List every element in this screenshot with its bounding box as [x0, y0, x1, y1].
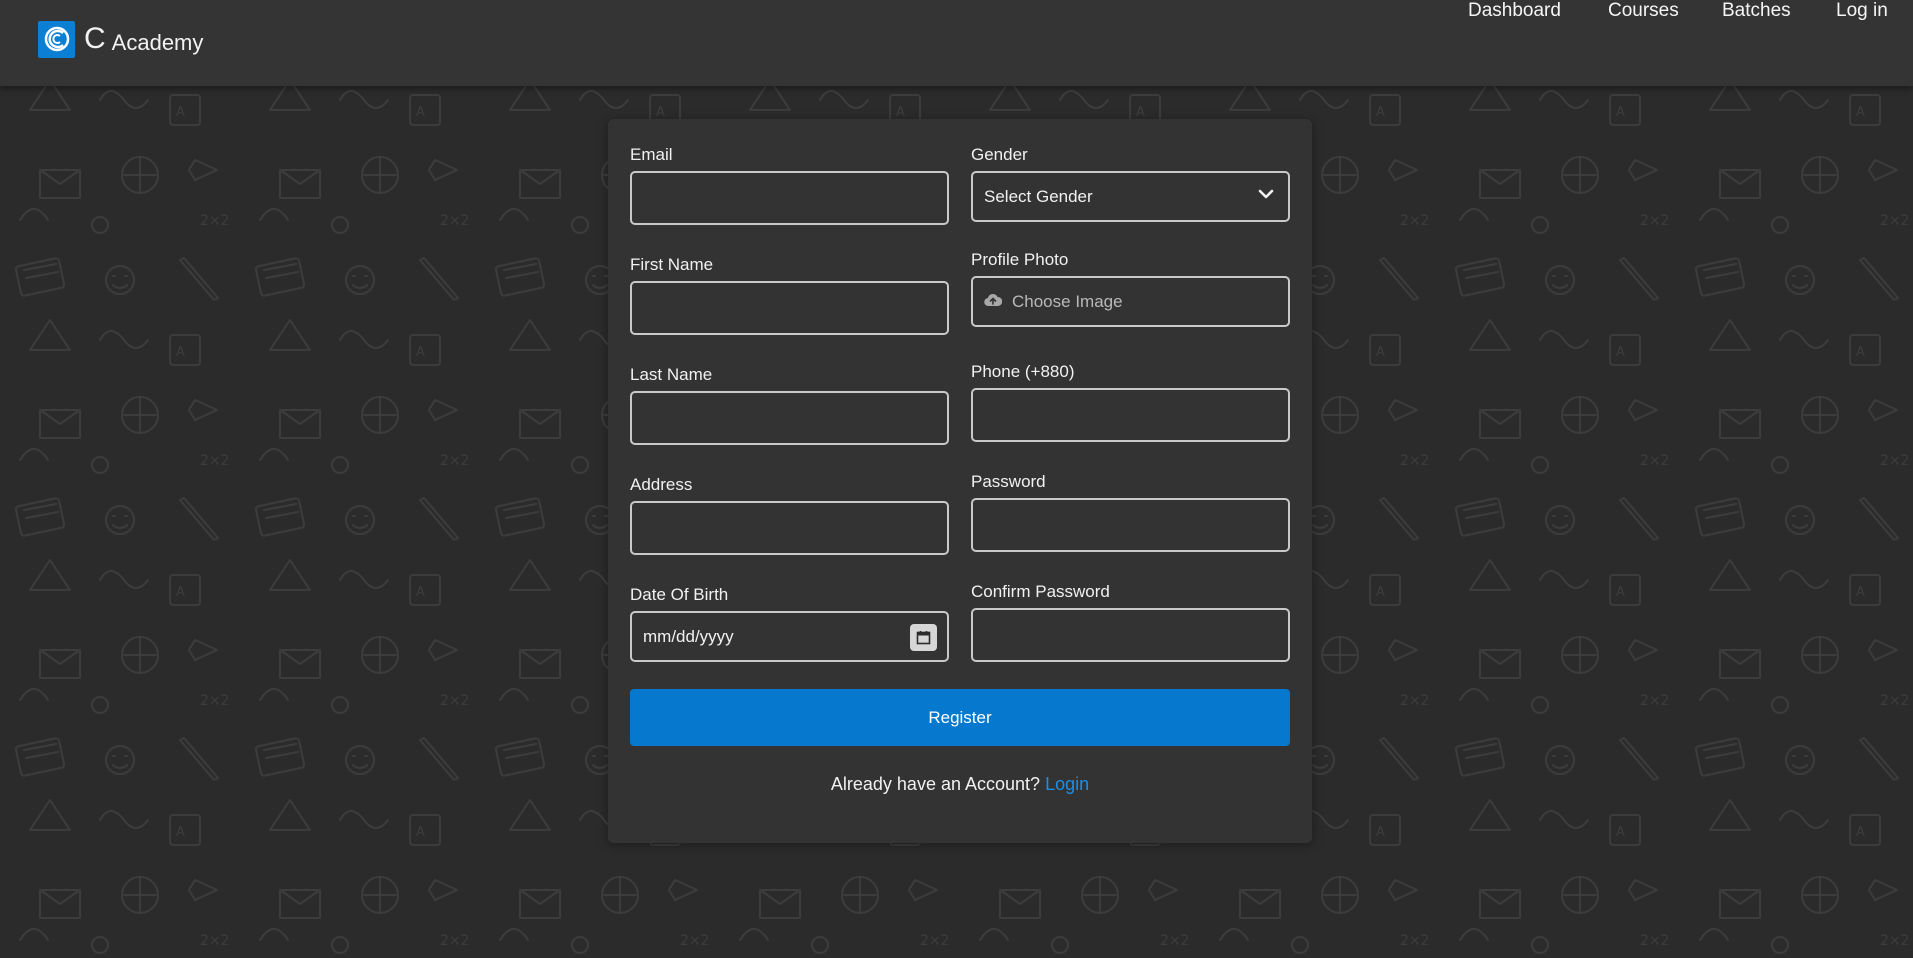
brand-name: Academy [111, 30, 204, 55]
nav-link-dashboard[interactable]: Dashboard [1468, 0, 1561, 22]
last-name-input[interactable] [630, 391, 949, 445]
first-name-label: First Name [630, 255, 714, 274]
account-prompt-text: Already have an Account? [830, 774, 1041, 794]
brand[interactable]: C Academy [38, 19, 203, 59]
gender-select[interactable]: Select Gender [971, 171, 1290, 222]
address-input[interactable] [630, 501, 949, 555]
chevron-down-icon [1258, 186, 1274, 207]
email-input[interactable] [630, 171, 949, 225]
calendar-icon[interactable] [910, 624, 937, 651]
nav-link-batches[interactable]: Batches [1722, 0, 1791, 22]
cloud-upload-icon [984, 292, 1003, 312]
email-label: Email [630, 145, 673, 164]
address-label: Address [630, 475, 693, 494]
login-prompt: Already have an Account? Login [608, 774, 1312, 795]
dob-label: Date Of Birth [630, 585, 729, 604]
profile-photo-input[interactable]: Choose Image [971, 276, 1290, 327]
gender-selected: Select Gender [984, 186, 1093, 206]
last-name-label: Last Name [630, 365, 713, 384]
profile-photo-label: Profile Photo [971, 250, 1069, 269]
password-input[interactable] [971, 498, 1290, 552]
dob-placeholder: mm/dd/yyyy [643, 626, 734, 646]
nav-link-courses[interactable]: Courses [1608, 0, 1679, 22]
brand-letter: C [84, 22, 106, 55]
gender-label: Gender [971, 145, 1028, 164]
confirm-password-label: Confirm Password [971, 582, 1110, 601]
dob-input[interactable]: mm/dd/yyyy [630, 611, 949, 662]
top-navbar: C Academy Dashboard Courses Batches Log … [0, 0, 1913, 86]
registration-card: Email First Name Last Name Address Date … [608, 119, 1312, 843]
register-button[interactable]: Register [630, 689, 1290, 746]
confirm-password-input[interactable] [971, 608, 1290, 662]
logo-icon [38, 20, 75, 58]
first-name-input[interactable] [630, 281, 949, 335]
phone-input[interactable] [971, 388, 1290, 442]
nav-link-login[interactable]: Log in [1836, 0, 1888, 22]
choose-image-label: Choose Image [1012, 291, 1123, 311]
login-link[interactable]: Login [1045, 774, 1089, 794]
password-label: Password [971, 472, 1046, 491]
phone-label: Phone (+880) [971, 362, 1075, 381]
